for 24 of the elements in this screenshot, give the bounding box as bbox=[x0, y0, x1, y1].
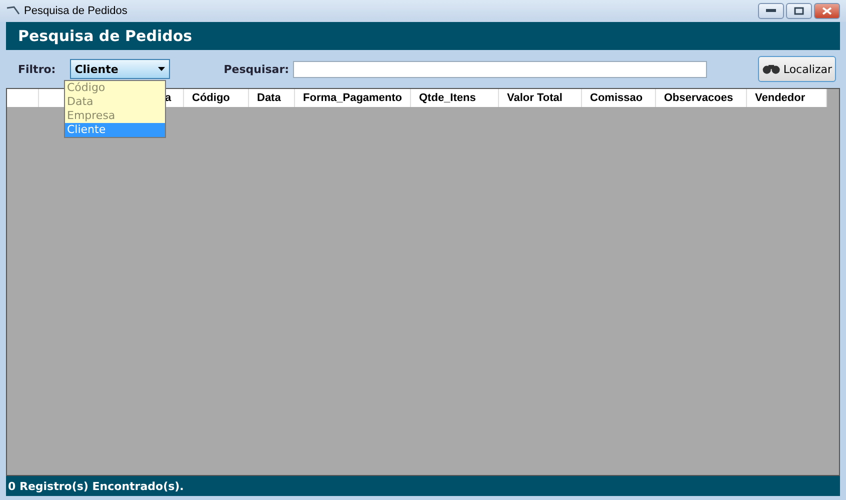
minimize-icon bbox=[766, 9, 776, 13]
column-header[interactable]: Vendedor bbox=[747, 89, 827, 107]
column-header[interactable]: Qtde_Itens bbox=[411, 89, 499, 107]
column-header[interactable]: Forma_Pagamento bbox=[295, 89, 411, 107]
search-label: Pesquisar: bbox=[224, 62, 290, 76]
close-button[interactable] bbox=[814, 3, 840, 19]
column-header[interactable]: Valor Total bbox=[499, 89, 582, 107]
maximize-icon bbox=[794, 7, 804, 15]
page-title: Pesquisa de Pedidos bbox=[18, 27, 192, 45]
column-header[interactable]: Data bbox=[249, 89, 295, 107]
minimize-button[interactable] bbox=[758, 3, 784, 19]
close-icon bbox=[822, 7, 832, 15]
search-field[interactable] bbox=[293, 60, 708, 78]
filter-label: Filtro: bbox=[18, 62, 56, 76]
status-text: 0 Registro(s) Encontrado(s). bbox=[8, 480, 184, 492]
filter-dropdown[interactable]: Cliente bbox=[70, 59, 170, 79]
column-header[interactable]: Código bbox=[184, 89, 249, 107]
localizar-button[interactable]: Localizar bbox=[758, 56, 836, 82]
app-icon bbox=[6, 5, 20, 17]
maximize-button[interactable] bbox=[786, 3, 812, 19]
column-header[interactable]: Observacoes bbox=[656, 89, 747, 107]
window-title: Pesquisa de Pedidos bbox=[24, 5, 128, 17]
column-header[interactable]: Comissao bbox=[582, 89, 656, 107]
caret-icon bbox=[158, 67, 165, 71]
